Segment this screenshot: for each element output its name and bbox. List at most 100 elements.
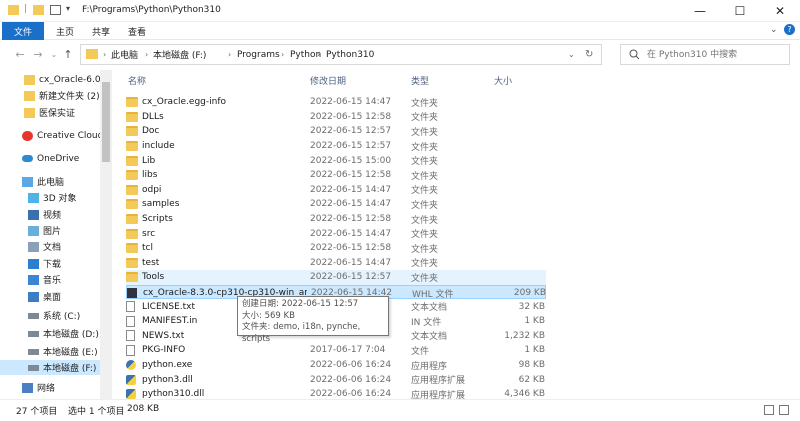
back-arrow-icon[interactable]: ← — [12, 46, 28, 62]
file-name: Scripts — [126, 212, 306, 227]
file-row[interactable]: odpi 2022-06-15 14:47 文件夹 — [126, 183, 546, 198]
drive-icon — [28, 348, 39, 355]
file-row[interactable]: Scripts 2022-06-15 12:58 文件夹 — [126, 212, 546, 227]
nav-item-desktop[interactable]: 桌面 — [0, 289, 100, 304]
column-header-type[interactable]: 类型 — [411, 72, 429, 88]
folder-icon — [126, 257, 138, 268]
file-row[interactable]: libs 2022-06-15 12:58 文件夹 — [126, 168, 546, 183]
forward-arrow-icon[interactable]: → — [30, 46, 46, 62]
file-row[interactable]: cx_Oracle.egg-info 2022-06-15 14:47 文件夹 — [126, 95, 546, 110]
file-size — [491, 124, 545, 139]
breadcrumb-separator-icon[interactable]: › — [281, 45, 284, 64]
file-type: 文件夹 — [411, 157, 439, 168]
nav-item-onedrive[interactable]: OneDrive — [0, 151, 100, 166]
file-name: Lib — [126, 153, 306, 168]
nav-item-creative-cloud[interactable]: Creative Cloud — [0, 128, 100, 143]
file-size: 98 KB — [518, 360, 545, 371]
file-type: 文件夹 — [411, 127, 439, 138]
folder-icon — [86, 49, 98, 59]
file-row[interactable]: tcl 2022-06-15 12:58 文件夹 — [126, 241, 546, 256]
nav-item-medical-insurance[interactable]: 医保实证 — [0, 105, 100, 120]
nav-item-music[interactable]: 音乐 — [0, 272, 100, 287]
nav-item-drive-f[interactable]: 本地磁盘 (F:) — [0, 360, 100, 375]
file-date: 2022-06-15 12:57 — [310, 272, 392, 283]
file-row[interactable]: test 2022-06-15 14:47 文件夹 — [126, 256, 546, 271]
file-date: 2022-06-15 12:58 — [310, 214, 392, 225]
drive-icon — [28, 330, 39, 337]
details-view-icon[interactable] — [764, 405, 774, 415]
file-size: 209 KB — [513, 288, 546, 299]
nav-item-downloads[interactable]: 下载 — [0, 256, 100, 271]
nav-item-network[interactable]: 网络 — [0, 380, 100, 395]
customize-quick-access-icon[interactable]: ▾ — [66, 4, 70, 13]
file-name: test — [126, 256, 306, 271]
file-row[interactable]: samples 2022-06-15 14:47 文件夹 — [126, 197, 546, 212]
breadcrumb-separator-icon[interactable]: › — [145, 45, 148, 64]
dll-file-icon — [126, 389, 136, 399]
breadcrumb-programs[interactable]: Programs — [237, 45, 280, 64]
nav-item-pictures[interactable]: 图片 — [0, 223, 100, 238]
file-size — [491, 256, 545, 271]
file-row[interactable]: python.exe 2022-06-06 16:24 应用程序 98 KB — [126, 358, 546, 373]
nav-item-drive-d[interactable]: 本地磁盘 (D:) — [0, 326, 100, 341]
file-type: 应用程序扩展 — [411, 376, 466, 387]
folder-icon — [24, 107, 35, 118]
nav-item-this-pc[interactable]: 此电脑 — [0, 174, 100, 189]
navigation-pane-scrollbar-thumb[interactable] — [102, 82, 110, 162]
tab-file[interactable]: 文件 — [2, 22, 45, 40]
breadcrumb-drive-f[interactable]: 本地磁盘 (F:) — [153, 45, 206, 64]
up-arrow-icon[interactable]: ↑ — [60, 46, 76, 62]
maximize-button[interactable]: ☐ — [720, 0, 760, 22]
music-icon — [28, 274, 39, 285]
nav-item-videos[interactable]: 视频 — [0, 207, 100, 222]
nav-item-documents[interactable]: 文档 — [0, 239, 100, 254]
column-header-date-modified[interactable]: 修改日期 — [310, 72, 346, 88]
nav-item-drive-e[interactable]: 本地磁盘 (E:) — [0, 344, 100, 359]
file-name: Tools — [126, 270, 306, 285]
address-history-chevron-icon[interactable]: ⌄ — [568, 45, 575, 64]
column-header-size[interactable]: 大小 — [494, 72, 512, 88]
breadcrumb-this-pc[interactable]: 此电脑 — [111, 45, 138, 64]
address-bar[interactable]: › 此电脑 › 本地磁盘 (F:) › Programs › Python › … — [80, 44, 602, 65]
search-box[interactable] — [620, 44, 790, 65]
file-row[interactable]: Tools 2022-06-15 12:57 文件夹 — [126, 270, 546, 285]
breadcrumb-separator-icon[interactable]: › — [317, 45, 320, 64]
file-row[interactable]: src 2022-06-15 14:47 文件夹 — [126, 226, 546, 241]
tab-view[interactable]: 查看 — [116, 22, 158, 40]
folder-icon — [126, 199, 138, 210]
file-row[interactable]: DLLs 2022-06-15 12:58 文件夹 — [126, 110, 546, 125]
new-folder-icon[interactable] — [33, 5, 44, 15]
large-icons-view-icon[interactable] — [779, 405, 789, 415]
search-input[interactable] — [647, 48, 787, 61]
properties-icon[interactable] — [50, 5, 61, 15]
download-icon — [28, 258, 39, 269]
file-row[interactable]: python310.dll 2022-06-06 16:24 应用程序扩展 4,346… — [126, 387, 546, 399]
file-size: 62 KB — [518, 374, 545, 385]
nav-item-drive-c[interactable]: 系统 (C:) — [0, 308, 100, 323]
close-button[interactable]: ✕ — [760, 0, 800, 22]
file-name: PKG-INFO — [126, 343, 306, 358]
file-row[interactable]: Lib 2022-06-15 15:00 文件夹 — [126, 153, 546, 168]
breadcrumb-separator-icon[interactable]: › — [228, 45, 231, 64]
file-row[interactable]: python3.dll 2022-06-06 16:24 应用程序扩展 62 KB — [126, 372, 546, 387]
text-file-icon — [126, 330, 135, 342]
file-row[interactable]: include 2022-06-15 12:57 文件夹 — [126, 139, 546, 154]
file-name-text: python3.dll — [142, 374, 193, 385]
file-row[interactable]: Doc 2022-06-15 12:57 文件夹 — [126, 124, 546, 139]
breadcrumb-python310[interactable]: Python310 — [326, 45, 374, 64]
breadcrumb-separator-icon[interactable]: › — [103, 45, 106, 64]
file-date: 2022-06-15 12:57 — [310, 126, 392, 137]
file-name-text: Tools — [142, 272, 165, 283]
file-row[interactable]: PKG-INFO 2017-06-17 7:04 文件 1 KB — [126, 343, 546, 358]
separator: | — [24, 4, 28, 14]
refresh-icon[interactable]: ↻ — [585, 45, 593, 64]
folder-icon — [126, 228, 138, 239]
column-header-name[interactable]: 名称 — [128, 72, 146, 88]
minimize-button[interactable]: — — [680, 0, 720, 22]
whl-file-icon — [127, 288, 137, 299]
nav-item-3d-objects[interactable]: 3D 对象 — [0, 190, 100, 205]
nav-item-new-folder-2[interactable]: 新建文件夹 (2) — [0, 88, 100, 103]
nav-item-cx-oracle-6[interactable]: cx_Oracle-6.0r — [0, 72, 100, 87]
expand-ribbon-icon[interactable]: ⌄ — [770, 25, 778, 35]
help-icon[interactable]: ? — [784, 24, 795, 35]
